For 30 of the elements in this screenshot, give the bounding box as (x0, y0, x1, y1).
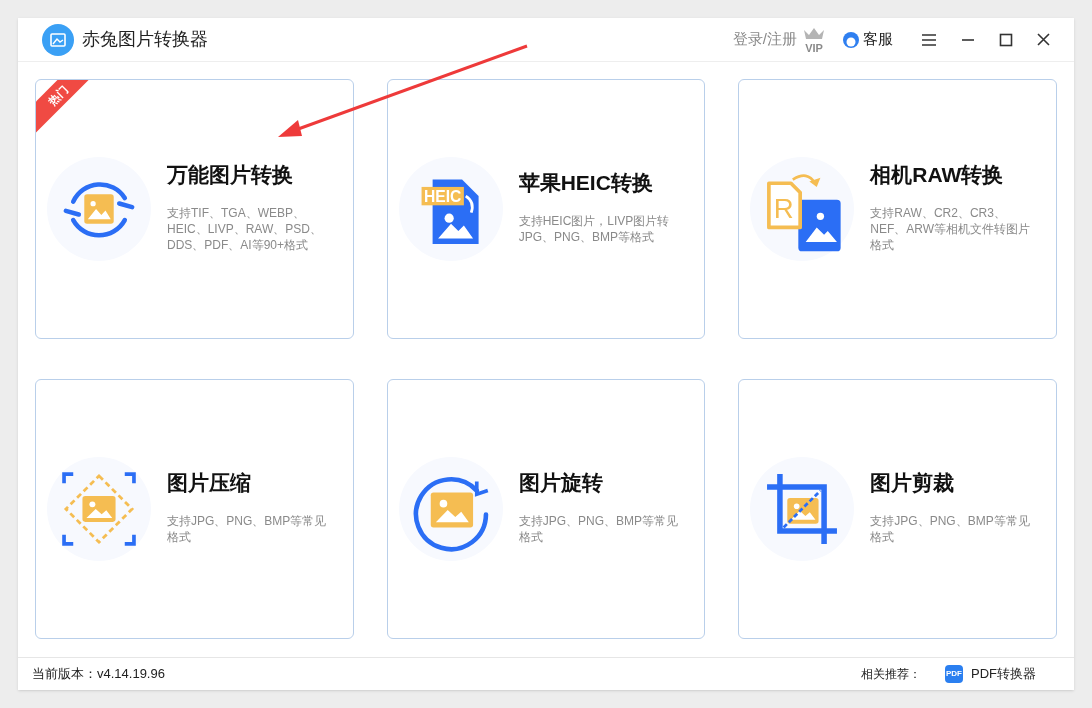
service-avatar-icon (843, 31, 859, 48)
card-title: 图片旋转 (518, 470, 604, 497)
maximize-icon[interactable] (999, 32, 1013, 47)
card-description: 支持JPG、PNG、BMP等常见格式 (167, 512, 328, 545)
card-title: 图片剪裁 (870, 470, 956, 497)
feature-card[interactable]: 图片剪裁 支持JPG、PNG、BMP等常见格式 (738, 379, 1057, 639)
pdf-icon: PDF (945, 665, 963, 683)
feature-card[interactable]: HEIC 苹果HEIC转换 支持HEIC图片，LIVP图片转JPG、PNG、BMP等格式 (386, 79, 706, 339)
close-icon[interactable] (1037, 33, 1050, 46)
card-title: 万能图片转换 (167, 162, 294, 189)
card-description: 支持HEIC图片，LIVP图片转JPG、PNG、BMP等格式 (518, 212, 671, 245)
feature-card[interactable]: 图片压缩 支持JPG、PNG、BMP等常见格式 (35, 379, 354, 639)
feature-card[interactable]: 图片旋转 支持JPG、PNG、BMP等常见格式 (386, 379, 706, 639)
card-title: 图片压缩 (167, 470, 252, 497)
version-text: 当前版本：v4.14.19.96 (32, 665, 165, 684)
app-logo-icon (42, 23, 74, 56)
window-title: 赤兔图片转换器 (82, 28, 208, 51)
feature-card[interactable]: 热门 万能图片转换 支持TIF、TGA、WEBP、HEIC、LIVP、RAW、PSD、DDS、PDF、AI等90+格式 (35, 79, 354, 339)
menu-icon[interactable] (921, 32, 937, 47)
customer-service-button[interactable]: 客服 (863, 28, 893, 51)
card-description: 支持TIF、TGA、WEBP、HEIC、LIVP、RAW、PSD、DDS、PDF、AI等90+格式 (167, 204, 323, 253)
card-title: 苹果HEIC转换 (518, 170, 654, 197)
card-description: 支持JPG、PNG、BMP等常见格式 (518, 512, 679, 545)
card-description: 支持JPG、PNG、BMP等常见格式 (870, 512, 1031, 545)
card-description: 支持RAW、CR2、CR3、NEF、ARW等相机文件转图片格式 (870, 204, 1032, 253)
feature-card[interactable]: R 相机RAW转换 支持RAW、CR2、CR3、NEF、ARW等相机文件转图片格式 (738, 79, 1057, 339)
card-title: 相机RAW转换 (870, 162, 1005, 189)
recommend-label: 相关推荐： (861, 666, 921, 683)
pdf-converter-link[interactable]: PDF转换器 (971, 664, 1036, 684)
login-link[interactable]: 登录/注册 (732, 28, 797, 51)
